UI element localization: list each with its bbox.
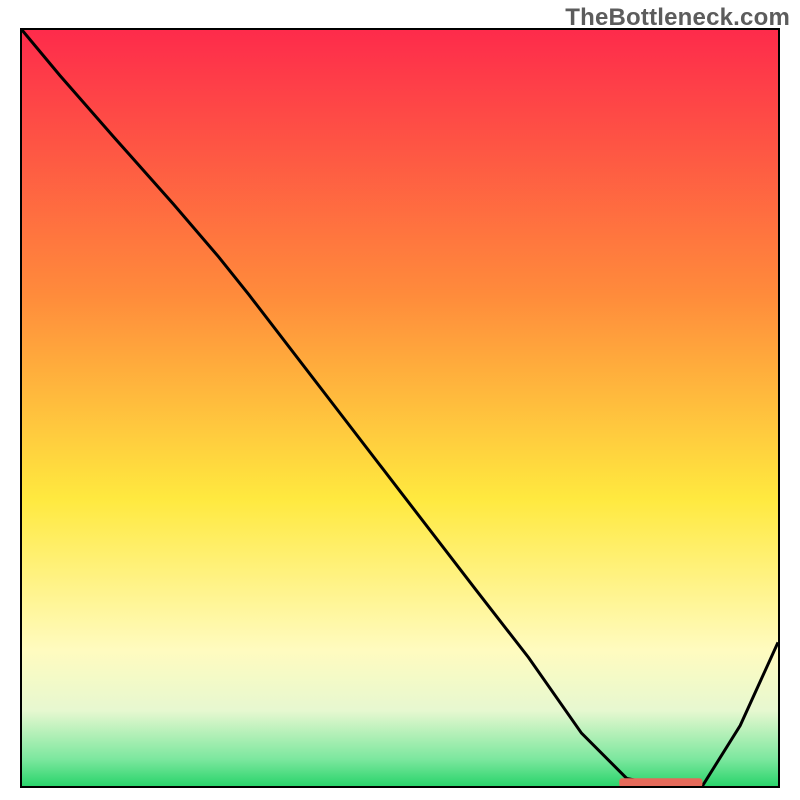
plot-area: [20, 28, 780, 788]
chart-svg: [22, 30, 778, 786]
minimum-marker: [619, 778, 702, 786]
chart-frame: TheBottleneck.com: [0, 0, 800, 800]
gradient-background: [22, 30, 778, 786]
